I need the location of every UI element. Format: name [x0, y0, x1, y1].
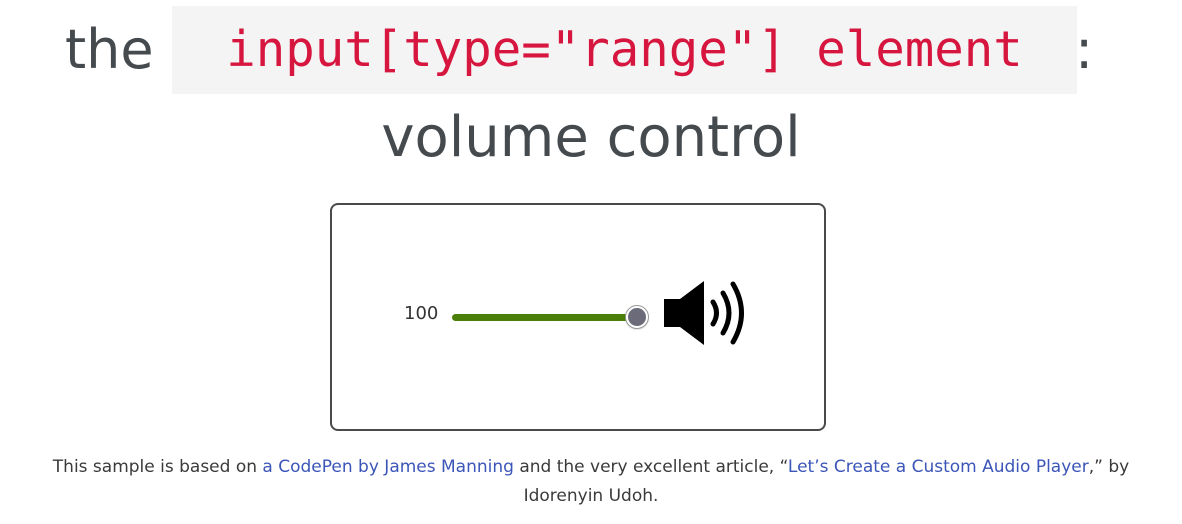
page-subtitle: volume control	[381, 105, 801, 170]
title-code: input[type="range"] element	[172, 6, 1077, 94]
footer-text-before: This sample is based on	[52, 457, 263, 477]
attribution-text: This sample is based on a CodePen by Jam…	[0, 453, 1182, 511]
speaker-volume-high-icon[interactable]	[662, 280, 750, 348]
article-link[interactable]: Let’s Create a Custom Audio Player	[788, 457, 1089, 477]
title-suffix: :	[1075, 18, 1094, 81]
volume-value: 100	[404, 303, 439, 324]
title-prefix: the	[65, 18, 154, 81]
page-title: the input[type="range"] element :	[0, 6, 1182, 96]
volume-slider-track[interactable]	[452, 314, 638, 321]
codepen-link[interactable]: a CodePen by James Manning	[262, 457, 514, 477]
volume-slider-thumb[interactable]	[626, 306, 648, 328]
footer-text-after: ,” by	[1088, 457, 1130, 477]
footer-author: Idorenyin Udoh.	[523, 486, 659, 506]
footer-text-middle: and the very excellent article, “	[513, 457, 788, 477]
